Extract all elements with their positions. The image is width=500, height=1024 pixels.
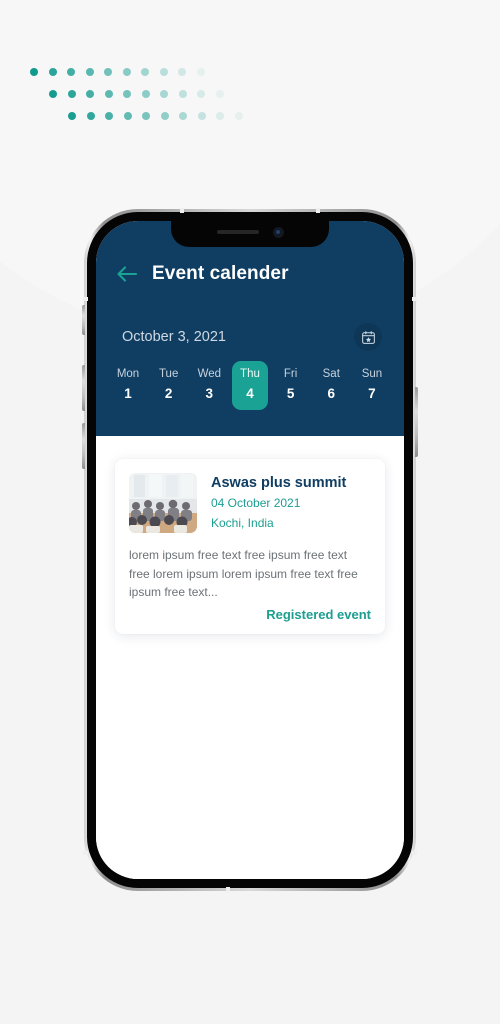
week-day-strip[interactable]: Mon 1 Tue 2 Wed 3 Thu 4 Fri 5 Sat 6 Sun 7 <box>110 361 390 410</box>
phone-notch <box>171 221 329 247</box>
antenna-line <box>316 208 320 213</box>
day-cell-thu[interactable]: Thu 4 <box>231 361 268 410</box>
date-row: October 3, 2021 <box>122 323 382 351</box>
decorative-dot <box>30 68 38 76</box>
day-cell-tue[interactable]: Tue 2 <box>151 361 187 410</box>
day-number-label: 5 <box>286 386 295 401</box>
day-number-label: 6 <box>327 386 336 401</box>
decorative-dot <box>49 90 57 98</box>
decorative-dot <box>159 68 168 76</box>
volume-up-button[interactable] <box>82 365 85 411</box>
antenna-line <box>83 297 88 301</box>
day-name-label: Thu <box>240 368 260 380</box>
day-name-label: Mon <box>116 368 140 380</box>
decorative-dot <box>123 90 131 98</box>
event-card-footer: Registered event <box>129 607 371 622</box>
day-name-label: Wed <box>197 368 222 380</box>
decorative-dot <box>234 112 243 120</box>
antenna-line <box>83 851 88 855</box>
decorative-dot <box>142 112 150 120</box>
day-number-label: 7 <box>368 386 376 401</box>
decorative-dot <box>123 112 132 120</box>
decorative-dot <box>141 68 149 76</box>
decorative-dot <box>196 68 205 76</box>
phone-screen: Event calender October 3, 2021 Mon 1 Tue 2 W… <box>96 221 404 879</box>
decorative-dot <box>68 112 76 120</box>
day-cell-sun[interactable]: Sun 7 <box>354 361 390 410</box>
conference-audience-photo <box>129 473 197 533</box>
event-location: Kochi, India <box>211 516 274 530</box>
front-camera-icon <box>272 226 284 238</box>
decorative-dot <box>216 112 224 120</box>
dot-row <box>30 68 205 76</box>
decorative-dot <box>67 90 76 98</box>
event-title: Aswas plus summit <box>211 475 347 491</box>
antenna-line <box>412 851 417 855</box>
day-cell-fri[interactable]: Fri 5 <box>273 361 309 410</box>
event-meta: Aswas plus summit 04 October 2021 Kochi, I… <box>211 473 346 533</box>
event-card[interactable]: Aswas plus summit 04 October 2021 Kochi, I… <box>115 459 385 634</box>
decorative-dot <box>104 90 113 98</box>
arrow-left-icon[interactable] <box>116 265 138 283</box>
decorative-dot <box>179 112 187 120</box>
decorative-dot <box>48 68 57 76</box>
antenna-line <box>180 208 184 213</box>
decorative-dot <box>197 112 206 120</box>
event-thumbnail <box>129 473 197 533</box>
event-card-header: Aswas plus summit 04 October 2021 Kochi, I… <box>129 473 371 533</box>
title-bar: Event calender <box>116 263 289 285</box>
day-name-label: Tue <box>158 368 179 380</box>
event-description: lorem ipsum free text free ipsum free te… <box>129 548 358 599</box>
decorative-dot <box>105 112 113 120</box>
calendar-star-icon <box>361 330 375 344</box>
decorative-dot <box>160 90 168 98</box>
day-cell-mon[interactable]: Mon 1 <box>110 361 146 410</box>
current-date-label: October 3, 2021 <box>122 329 226 345</box>
phone-mockup: Event calender October 3, 2021 Mon 1 Tue 2 W… <box>82 208 418 892</box>
day-name-label: Sun <box>361 368 383 380</box>
app-header: Event calender October 3, 2021 Mon 1 Tue 2 W… <box>96 221 404 436</box>
event-list: Aswas plus summit 04 October 2021 Kochi, I… <box>96 436 404 879</box>
power-button[interactable] <box>415 387 418 457</box>
speaker-grille-icon <box>216 230 259 234</box>
decorative-dot <box>67 68 75 76</box>
decorative-dot <box>86 90 94 98</box>
decorative-dot <box>215 90 224 98</box>
day-number-label: 1 <box>124 386 132 401</box>
day-number-label: 4 <box>246 386 254 401</box>
event-date: 04 October 2021 <box>211 496 301 510</box>
antenna-line <box>412 297 417 301</box>
decorative-dot <box>178 90 187 98</box>
decorative-dot <box>141 90 150 98</box>
registered-status-label[interactable]: Registered event <box>266 607 371 622</box>
day-cell-sat[interactable]: Sat 6 <box>313 361 349 410</box>
day-cell-wed[interactable]: Wed 3 <box>191 361 227 410</box>
decorative-dot <box>104 68 112 76</box>
calendar-picker-button[interactable] <box>354 323 382 351</box>
decorative-dot-grid <box>30 68 260 138</box>
silent-switch[interactable] <box>82 305 85 335</box>
decorative-dot <box>160 112 169 120</box>
antenna-line <box>226 887 230 892</box>
dot-row <box>68 112 243 120</box>
day-name-label: Sat <box>322 368 340 380</box>
volume-down-button[interactable] <box>82 423 85 469</box>
decorative-dot <box>122 68 131 76</box>
decorative-dot <box>197 90 205 98</box>
decorative-dot <box>86 112 95 120</box>
day-number-label: 2 <box>164 386 173 401</box>
page-title: Event calender <box>152 263 289 284</box>
dot-row <box>49 90 224 98</box>
day-number-label: 3 <box>205 386 214 401</box>
decorative-dot <box>85 68 94 76</box>
decorative-dot <box>178 68 186 76</box>
day-name-label: Fri <box>283 368 298 380</box>
